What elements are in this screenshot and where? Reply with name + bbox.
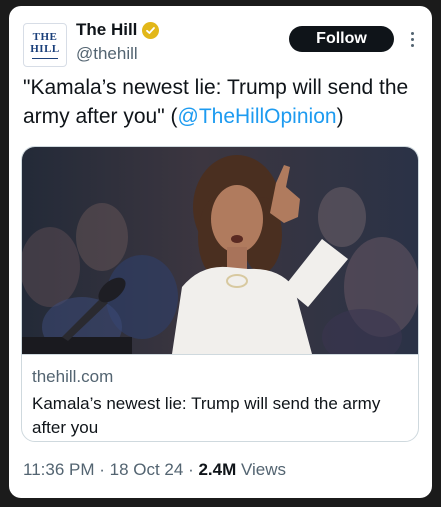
tweet-time[interactable]: 11:36 PM	[23, 460, 95, 479]
avatar-rule	[32, 57, 58, 59]
separator: ·	[94, 460, 110, 479]
link-preview-card[interactable]: thehill.com Kamala’s newest lie: Trump w…	[21, 146, 419, 442]
tweet-body-end: )	[336, 105, 344, 128]
follow-button[interactable]: Follow	[289, 26, 394, 52]
tweet-text: "Kamala’s newest lie: Trump will send th…	[23, 73, 418, 131]
account-handle[interactable]: @thehill	[76, 44, 138, 64]
link-title: Kamala’s newest lie: Trump will send the…	[32, 394, 381, 437]
views-count: 2.4M	[198, 460, 237, 479]
avatar[interactable]: THE HILL	[23, 23, 67, 67]
tweet-card: THE HILL The Hill @thehill Follow "Kamal…	[9, 6, 432, 498]
account-name-row[interactable]: The Hill	[76, 20, 160, 40]
account-name[interactable]: The Hill	[76, 20, 137, 40]
separator: ·	[183, 460, 199, 479]
avatar-text-line1: THE	[32, 30, 58, 43]
views-label: Views	[236, 460, 287, 479]
more-vertical-icon[interactable]	[402, 26, 422, 52]
verified-badge-icon	[142, 21, 160, 39]
tweet-date[interactable]: 18 Oct 24	[110, 460, 184, 479]
mention-link[interactable]: @TheHillOpinion	[178, 105, 337, 128]
link-preview-image[interactable]	[22, 147, 418, 365]
link-preview-meta[interactable]: thehill.com Kamala’s newest lie: Trump w…	[22, 354, 418, 441]
tweet-meta: 11:36 PM · 18 Oct 24 · 2.4M Views	[23, 460, 286, 480]
link-domain: thehill.com	[32, 367, 114, 386]
avatar-text-line2: HILL	[30, 42, 60, 55]
